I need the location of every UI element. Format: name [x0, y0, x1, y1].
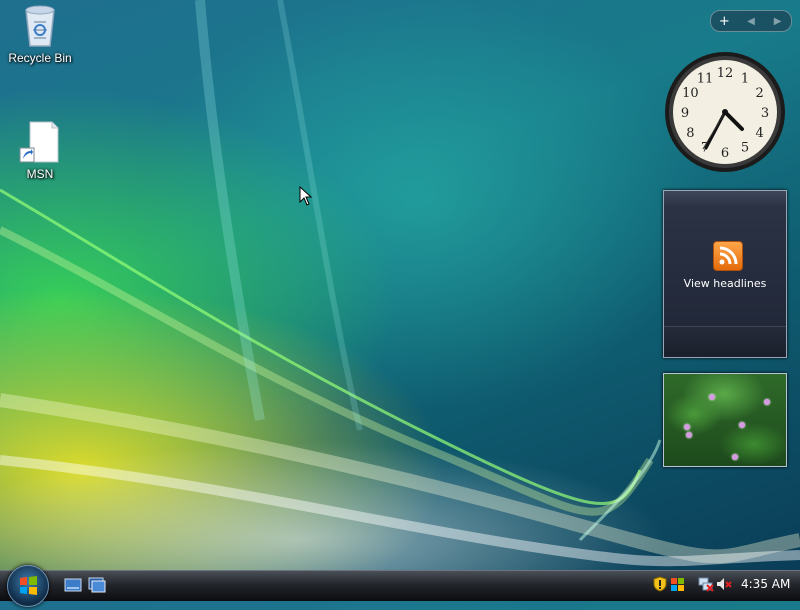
- switch-windows-icon[interactable]: [88, 577, 106, 593]
- clock-numeral: 8: [686, 126, 694, 141]
- volume-muted-icon[interactable]: [716, 576, 732, 592]
- flower-decoration: [709, 394, 715, 400]
- clock-numeral: 9: [681, 106, 689, 121]
- flower-decoration: [764, 399, 770, 405]
- flower-decoration: [739, 422, 745, 428]
- clock-gadget[interactable]: 121234567891011: [663, 50, 787, 174]
- taskbar-clock[interactable]: 4:35 AM: [741, 577, 790, 591]
- rss-icon: [713, 241, 743, 271]
- show-desktop-icon[interactable]: [64, 577, 82, 593]
- mouse-cursor-icon: [299, 186, 313, 206]
- windows-orb-icon: [20, 576, 37, 595]
- flower-decoration: [686, 432, 692, 438]
- recycle-bin-icon: [25, 5, 55, 47]
- desktop-icon-recycle-bin[interactable]: Recycle Bin: [0, 2, 80, 65]
- view-headlines-link[interactable]: View headlines: [664, 277, 786, 290]
- sidebar-controls: + ◀ ▶: [710, 10, 792, 32]
- start-button[interactable]: [7, 565, 49, 607]
- desktop-icon-msn[interactable]: MSN: [0, 120, 80, 181]
- clock-numeral: 3: [761, 106, 769, 121]
- previous-page-button[interactable]: ◀: [739, 16, 763, 27]
- clock-numeral: 12: [717, 66, 734, 81]
- security-shield-icon[interactable]: [652, 576, 668, 592]
- clock-numeral: 5: [741, 141, 749, 156]
- desktop-icon-label: MSN: [26, 167, 54, 181]
- clock-numeral: 4: [756, 126, 764, 141]
- windows-flag-icon[interactable]: [670, 576, 686, 592]
- clock-numeral: 2: [756, 86, 764, 101]
- slide-show-gadget[interactable]: [663, 373, 787, 467]
- flower-decoration: [732, 454, 738, 460]
- network-disconnected-icon[interactable]: [698, 576, 714, 592]
- desktop-icon-label: Recycle Bin: [8, 51, 72, 65]
- gadget-bottom-bar: [664, 326, 786, 357]
- feed-headlines-gadget[interactable]: View headlines: [663, 190, 787, 358]
- clock-numeral: 6: [721, 146, 729, 161]
- next-page-button[interactable]: ▶: [766, 16, 790, 27]
- clock-numeral: 11: [697, 71, 714, 86]
- add-gadget-button[interactable]: +: [712, 14, 736, 29]
- shortcut-file-icon: [19, 121, 59, 163]
- clock-numeral: 1: [741, 71, 749, 86]
- flower-decoration: [684, 424, 690, 430]
- clock-numeral: 10: [682, 86, 699, 101]
- gadget-top-bar: [664, 191, 786, 207]
